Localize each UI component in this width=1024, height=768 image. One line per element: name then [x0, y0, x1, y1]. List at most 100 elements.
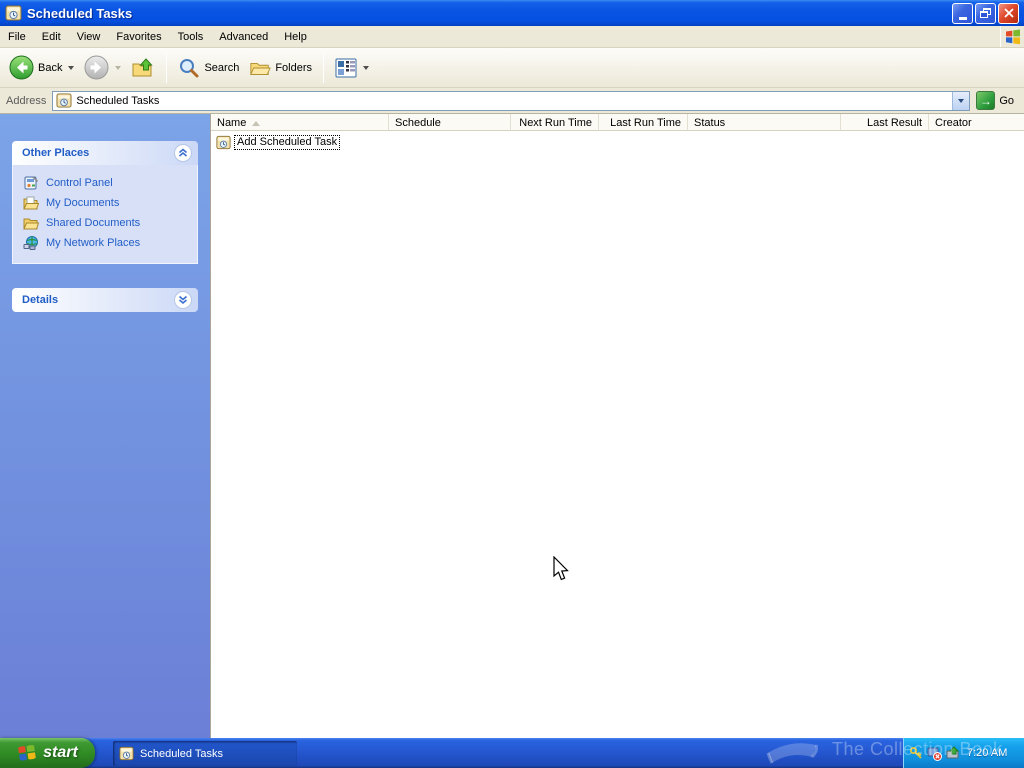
list-header: Name Schedule Next Run Time Last Run Tim… — [211, 114, 1024, 131]
addressbar: Address Scheduled Tasks → Go — [0, 88, 1024, 114]
other-places-header[interactable]: Other Places — [12, 141, 198, 165]
sidebar-item-my-network-places[interactable]: My Network Places — [23, 233, 191, 253]
window-title: Scheduled Tasks — [27, 5, 133, 21]
column-label: Next Run Time — [519, 117, 592, 129]
address-dropdown-button[interactable] — [952, 91, 970, 110]
other-places-body: Control Panel My Documents Shared Docume… — [12, 165, 198, 264]
column-header-next-run-time[interactable]: Next Run Time — [511, 114, 599, 131]
toolbar: Back Search Folders — [0, 48, 1024, 88]
views-dropdown-icon[interactable] — [363, 65, 370, 70]
column-header-last-result[interactable]: Last Result — [841, 114, 929, 131]
restore-button[interactable] — [975, 2, 996, 24]
network-places-icon — [23, 236, 38, 250]
menu-favorites[interactable]: Favorites — [108, 28, 169, 46]
taskbar-task-scheduled-tasks[interactable]: Scheduled Tasks — [113, 741, 297, 766]
windows-logo-icon — [1000, 26, 1024, 47]
close-button[interactable] — [998, 2, 1019, 24]
search-label: Search — [204, 61, 240, 74]
window-body: Other Places Control Panel My Documents … — [0, 114, 1024, 738]
add-scheduled-task-icon — [216, 135, 231, 149]
folders-icon — [250, 62, 272, 75]
task-list-view: Name Schedule Next Run Time Last Run Tim… — [210, 114, 1024, 738]
menubar: File Edit View Favorites Tools Advanced … — [0, 26, 1024, 48]
control-panel-icon — [24, 176, 39, 190]
sidebar-item-my-documents[interactable]: My Documents — [23, 193, 191, 213]
minimize-button[interactable] — [952, 2, 973, 24]
sidebar-item-shared-documents[interactable]: Shared Documents — [23, 213, 191, 233]
views-button[interactable] — [330, 55, 374, 81]
menu-tools[interactable]: Tools — [170, 28, 212, 46]
system-tray: 7:20 AM — [903, 738, 1024, 768]
views-icon — [335, 58, 357, 77]
my-documents-icon — [23, 196, 39, 210]
list-item-label[interactable]: Add Scheduled Task — [234, 134, 341, 150]
scheduled-tasks-icon — [5, 5, 22, 21]
titlebar: Scheduled Tasks — [0, 0, 1024, 26]
column-label: Last Result — [866, 117, 922, 129]
task-button-label: Scheduled Tasks — [140, 747, 223, 760]
search-icon — [180, 58, 199, 77]
column-label: Name — [217, 117, 247, 129]
folders-button[interactable]: Folders — [244, 54, 317, 82]
keys-icon[interactable] — [909, 746, 924, 761]
clock: 7:20 AM — [967, 747, 1008, 759]
alert-error-icon[interactable] — [927, 746, 942, 761]
menu-view[interactable]: View — [69, 28, 109, 46]
back-dropdown-icon[interactable] — [68, 65, 75, 70]
restore-icon — [980, 8, 991, 18]
address-value: Scheduled Tasks — [76, 94, 160, 107]
details-title: Details — [22, 294, 59, 306]
menu-edit[interactable]: Edit — [34, 28, 69, 46]
forward-dropdown-icon — [115, 65, 122, 70]
sidebar-item-control-panel[interactable]: Control Panel — [23, 173, 191, 193]
back-label: Back — [38, 61, 63, 74]
task-pane: Other Places Control Panel My Documents … — [0, 114, 210, 738]
shared-documents-icon — [23, 218, 39, 230]
go-button[interactable]: → Go — [976, 91, 1020, 110]
up-folder-icon — [132, 57, 154, 76]
menu-advanced[interactable]: Advanced — [211, 28, 276, 46]
minimize-icon — [958, 16, 967, 20]
column-label: Schedule — [395, 117, 441, 129]
control-panel-link[interactable]: Control Panel — [46, 177, 113, 189]
back-icon — [9, 55, 34, 80]
column-header-creator[interactable]: Creator — [929, 114, 1024, 131]
column-header-last-run-time[interactable]: Last Run Time — [599, 114, 688, 131]
my-documents-link[interactable]: My Documents — [46, 197, 119, 209]
go-arrow-icon: → — [976, 91, 996, 110]
toolbar-separator — [323, 52, 325, 83]
forward-button[interactable] — [79, 52, 126, 83]
collapse-button[interactable] — [174, 144, 192, 162]
address-label: Address — [6, 94, 47, 107]
forward-icon — [84, 55, 109, 80]
column-header-schedule[interactable]: Schedule — [389, 114, 511, 131]
column-header-name[interactable]: Name — [211, 114, 389, 131]
my-network-places-link[interactable]: My Network Places — [46, 237, 140, 249]
menu-help[interactable]: Help — [276, 28, 315, 46]
back-button[interactable]: Back — [4, 52, 79, 83]
shared-documents-link[interactable]: Shared Documents — [46, 217, 140, 229]
chevron-down-icon — [958, 98, 965, 103]
menu-file[interactable]: File — [0, 28, 34, 46]
list-item-add-scheduled-task[interactable]: Add Scheduled Task — [211, 133, 1024, 151]
column-label: Last Run Time — [610, 117, 681, 129]
column-label: Status — [694, 117, 726, 129]
details-panel: Details — [12, 288, 198, 312]
column-label: Creator — [935, 117, 972, 129]
details-header[interactable]: Details — [12, 288, 198, 312]
other-places-panel: Other Places Control Panel My Documents … — [12, 141, 198, 264]
address-input[interactable]: Scheduled Tasks — [52, 90, 971, 111]
search-button[interactable]: Search — [173, 54, 244, 82]
up-button[interactable] — [126, 53, 160, 83]
device-icon[interactable] — [945, 745, 960, 761]
expand-button[interactable] — [174, 291, 192, 309]
folders-label: Folders — [275, 61, 313, 74]
start-button[interactable]: start — [0, 738, 95, 768]
close-icon — [1003, 8, 1014, 18]
sort-ascending-icon — [252, 120, 261, 126]
other-places-title: Other Places — [22, 147, 90, 159]
column-header-status[interactable]: Status — [688, 114, 841, 131]
start-windows-flag-icon — [18, 745, 36, 761]
task-scheduled-tasks-icon — [119, 746, 134, 761]
chevron-up-icon — [178, 148, 188, 157]
